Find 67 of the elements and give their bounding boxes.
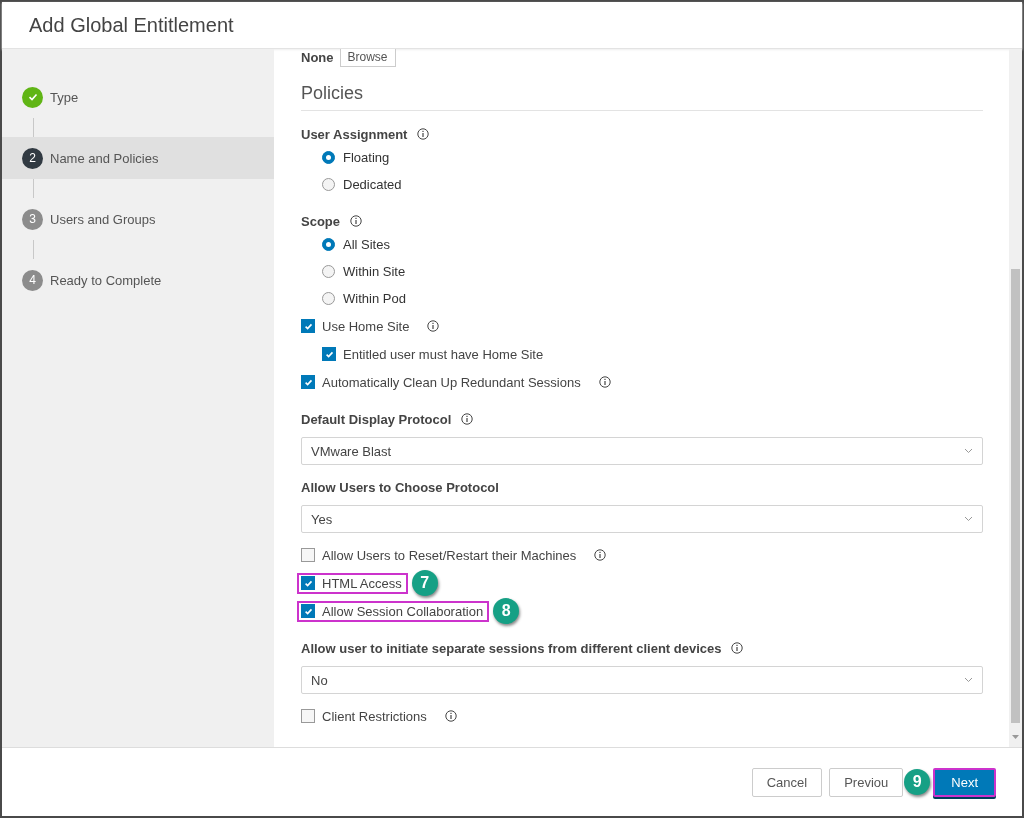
checkbox[interactable] [322, 347, 336, 361]
radio-label: Within Pod [343, 291, 406, 306]
checkbox[interactable] [301, 604, 315, 618]
checkbox-label: Use Home Site [322, 318, 410, 334]
info-icon[interactable] [594, 549, 607, 561]
radio-button[interactable] [322, 151, 335, 164]
caret-icon [964, 516, 973, 522]
radio-label: Dedicated [343, 177, 402, 192]
checkbox-label: Allow Session Collaboration [322, 603, 484, 619]
field-label: User Assignment [301, 126, 408, 142]
checkbox-label: Allow Users to Reset/Restart their Machines [322, 547, 577, 563]
browse-button[interactable]: Browse [339, 49, 396, 67]
checkbox-label: HTML Access [322, 575, 402, 591]
info-icon[interactable] [427, 320, 440, 332]
check-icon [303, 321, 313, 331]
check-icon [324, 349, 334, 359]
radio-label: Floating [343, 150, 390, 165]
checkbox[interactable] [301, 576, 315, 590]
wizard-step[interactable]: 4 Ready to Complete [2, 259, 274, 301]
checkbox[interactable] [301, 375, 315, 389]
checkbox-label: Automatically Clean Up Redundant Sessions [322, 374, 581, 390]
wizard-step[interactable]: 3 Users and Groups [2, 198, 274, 240]
scroll-down-icon[interactable] [1012, 735, 1019, 739]
dropdown-field[interactable]: VMware Blast [301, 437, 983, 465]
footer-button[interactable]: Previou [829, 767, 904, 797]
field-label: Default Display Protocol [301, 411, 452, 427]
check-icon [303, 377, 313, 387]
field-label: Allow user to initiate separate sessions from different client devices [301, 640, 722, 656]
step-number: 2 [22, 147, 43, 169]
radio-button[interactable] [322, 292, 335, 305]
window-title: Add Global Entitlement [29, 13, 234, 37]
info-icon[interactable] [731, 642, 744, 654]
field-label: None [301, 49, 334, 65]
radio-button[interactable] [322, 178, 335, 191]
check-icon [303, 578, 313, 588]
radio-button[interactable] [322, 238, 335, 251]
caret-icon [964, 677, 973, 683]
wizard-step[interactable]: Type [2, 76, 274, 118]
field-label: Allow Users to Choose Protocol [301, 479, 499, 495]
callout-badge: 9 [904, 769, 931, 795]
wizard-step[interactable]: 2 Name and Policies [2, 137, 274, 179]
scrollbar[interactable] [1009, 49, 1022, 747]
callout-badge: 7 [411, 570, 438, 596]
radio-label: Within Site [343, 264, 406, 279]
info-icon[interactable] [461, 413, 474, 425]
caret-icon [964, 448, 973, 454]
next-button[interactable]: Next [933, 767, 996, 797]
radio-label: All Sites [343, 237, 390, 252]
info-icon[interactable] [350, 215, 362, 227]
step-number: 3 [22, 208, 43, 230]
checkbox[interactable] [301, 548, 315, 562]
checkbox[interactable] [301, 709, 315, 723]
footer-button[interactable]: Cancel [751, 767, 823, 797]
info-icon[interactable] [598, 376, 611, 388]
section-heading: Policies [301, 83, 983, 111]
info-icon[interactable] [417, 128, 430, 140]
callout-badge: 8 [493, 598, 520, 624]
step-number: 4 [22, 269, 43, 291]
checkbox-label: Client Restrictions [322, 708, 427, 724]
radio-button[interactable] [322, 265, 335, 278]
info-icon[interactable] [444, 710, 457, 722]
check-icon [303, 606, 313, 616]
field-label: Scope [301, 213, 340, 229]
checkbox-label: Entitled user must have Home Site [343, 346, 544, 362]
dropdown-field[interactable]: Yes [301, 505, 983, 533]
checkbox[interactable] [301, 319, 315, 333]
dropdown-field[interactable]: No [301, 666, 983, 694]
